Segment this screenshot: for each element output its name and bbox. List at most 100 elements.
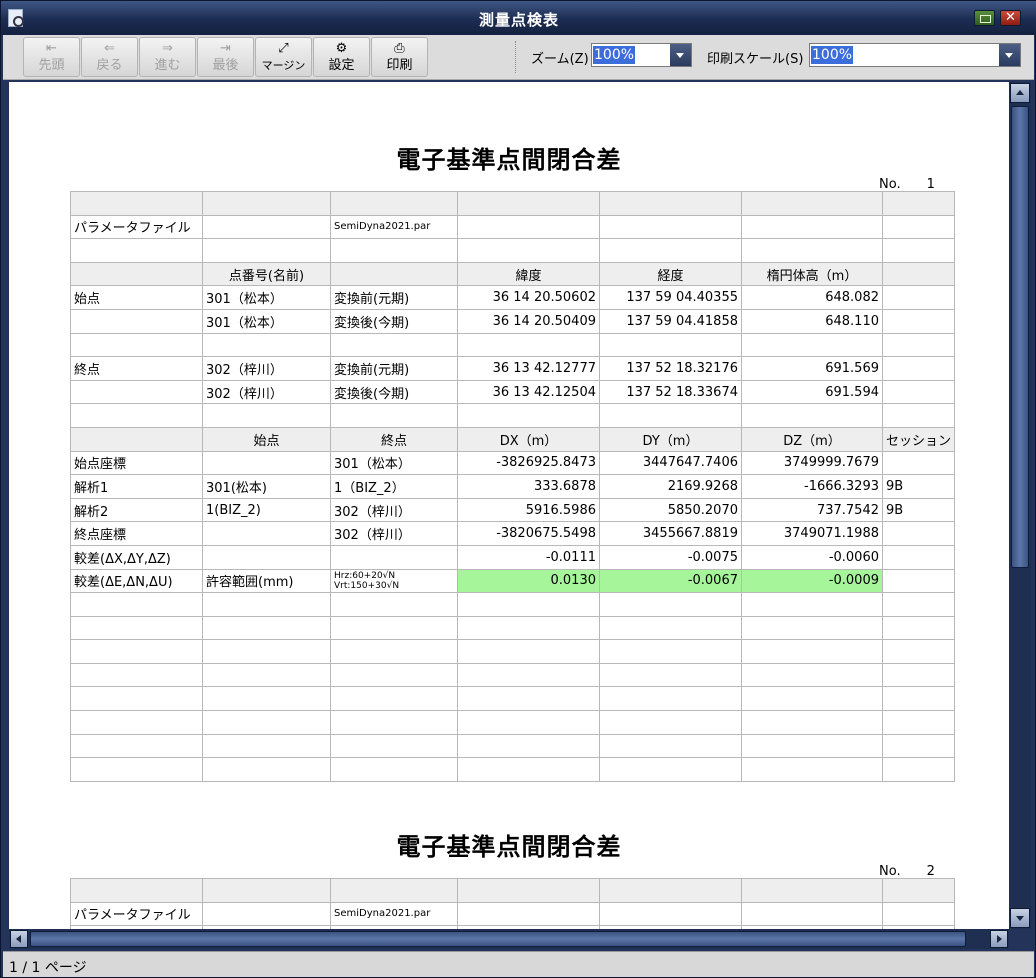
vec-dz: -0.0060 [741,544,883,570]
vec-session: 9B [882,497,955,523]
param-label: パラメータファイル [70,901,203,927]
vec-to: 1（BIZ_2） [330,474,458,499]
start-phase: 変換後(今期) [330,308,458,334]
last-page-button[interactable]: ⇥ 最後 [197,37,254,77]
vec-label: 始点座標 [70,450,203,476]
margin-label: マージン [261,59,306,72]
end-height: 691.594 [741,379,883,405]
scroll-up-icon[interactable] [1010,83,1030,103]
table-row [70,733,955,759]
param-file: SemiDyna2021.par [330,214,458,240]
vec-dz: 3749071.1988 [741,521,883,546]
vec-to [330,544,458,570]
settings-button[interactable]: ⚙ 設定 [313,37,370,77]
start-lon: 137 59 04.41858 [599,308,742,334]
printer-icon: ⎙ [394,41,405,56]
table-row [70,639,955,664]
table-row: 始点 301（松本） 変換前(元期) 36 14 20.50602 137 59… [70,285,955,310]
app-window: 測量点検表 ✕ ⇤ 先頭 ⇐ 戻る ⇒ 進む ⇥ 最後 ⤢ マージン ⚙ 設定 … [0,0,1036,978]
window-title: 測量点検表 [478,11,559,29]
vertical-scrollbar[interactable] [1009,82,1031,929]
last-page-label: 最後 [212,58,239,73]
scroll-thumb-horizontal[interactable] [30,931,966,947]
scroll-thumb[interactable] [1011,106,1029,568]
margin-button[interactable]: ⤢ マージン [255,37,312,77]
header-dy: DY（m） [599,426,742,452]
scroll-down-icon[interactable] [1010,908,1030,928]
vec-to: 302（梓川） [330,497,458,523]
back-arrow-icon: ⇐ [104,41,115,56]
tolerance-hrz: Hrz:60+20√N [334,570,396,581]
vec-dx: 333.6878 [457,474,600,499]
report-table: パラメータファイル SemiDyna2021.par 点番号(名前) 緯度 経度… [70,191,955,782]
vec-label: 解析2 [70,497,203,523]
start-point: 301（松本） [202,285,331,310]
page-number-2: No. 2 [879,864,935,879]
vec-session [882,544,955,570]
table-row: パラメータファイル SemiDyna2021.par [70,214,955,240]
table-row [70,332,955,358]
close-button[interactable]: ✕ [1000,10,1021,26]
header-dx: DX（m） [457,426,600,452]
enu-dn: -0.0067 [599,568,742,594]
vec-session [882,450,955,476]
scroll-left-icon[interactable] [10,930,28,948]
param-label: パラメータファイル [70,214,203,240]
tolerance-label: 許容範囲(mm) [202,568,331,594]
print-scale-label: 印刷スケール(S) [707,52,804,67]
print-scale-select[interactable]: 100% [809,43,1021,67]
zoom-select[interactable]: 100% [591,43,692,67]
prev-page-button[interactable]: ⇐ 戻る [81,37,138,77]
table-row: 解析2 1(BIZ_2) 302（梓川） 5916.5986 5850.2070… [70,497,955,523]
table-row [70,686,955,712]
vec-to: 301（松本） [330,450,458,476]
table-row [70,710,955,735]
start-height: 648.082 [741,285,883,310]
enu-de: 0.0130 [457,568,600,594]
vec-dz: 3749999.7679 [741,450,883,476]
table-row: 終点 302（梓川） 変換前(元期) 36 13 42.12777 137 52… [70,356,955,381]
first-page-icon: ⇤ [46,41,57,56]
header-from: 始点 [202,426,331,452]
vec-dx: -3820675.5498 [457,521,600,546]
vec-from: 1(BIZ_2) [202,497,331,523]
print-label: 印刷 [386,58,413,73]
print-button[interactable]: ⎙ 印刷 [371,37,428,77]
end-lon: 137 52 18.33674 [599,379,742,405]
horizontal-scrollbar[interactable] [9,929,1009,949]
end-phase: 変換前(元期) [330,356,458,381]
end-point: 302（梓川） [202,356,331,381]
preview-viewport[interactable]: 電子基準点間閉合差 No. 1 パラメータファイル SemiDyna2021.p… [9,82,1009,929]
table-row: 301（松本） 変換後(今期) 36 14 20.50409 137 59 04… [70,308,955,334]
print-scale-value: 100% [811,46,854,64]
start-lat: 36 14 20.50409 [457,308,600,334]
chevron-down-icon[interactable] [999,44,1020,66]
vec-label: 終点座標 [70,521,203,546]
vec-from [202,521,331,546]
status-bar: 1 / 1 ページ [3,951,1034,977]
toolbar: ⇤ 先頭 ⇐ 戻る ⇒ 進む ⇥ 最後 ⤢ マージン ⚙ 設定 ⎙ 印刷 ズーム… [3,35,1034,80]
zoom-value: 100% [593,46,636,64]
settings-label: 設定 [328,58,355,73]
vec-label: 解析1 [70,474,203,499]
start-lat: 36 14 20.50602 [457,285,600,310]
scroll-right-icon[interactable] [990,930,1008,948]
vec-dx: 5916.5986 [457,497,600,523]
table-row: 解析1 301(松本) 1（BIZ_2） 333.6878 2169.9268 … [70,474,955,499]
first-page-label: 先頭 [38,58,65,73]
maximize-button[interactable] [974,10,995,26]
start-point: 301（松本） [202,308,331,334]
end-lat: 36 13 42.12504 [457,379,600,405]
vec-session [882,521,955,546]
margin-icon: ⤢ [278,41,289,56]
table-row [70,191,955,216]
header-to: 終点 [330,426,458,452]
chevron-down-icon[interactable] [670,44,691,66]
table-row: 終点座標 302（梓川） -3820675.5498 3455667.8819 … [70,521,955,546]
report-title-page2: 電子基準点間閉合差 [396,833,622,861]
vec-dy: 3455667.8819 [599,521,742,546]
next-page-button[interactable]: ⇒ 進む [139,37,196,77]
vec-dz: -1666.3293 [741,474,883,499]
last-page-icon: ⇥ [220,41,231,56]
first-page-button[interactable]: ⇤ 先頭 [23,37,80,77]
